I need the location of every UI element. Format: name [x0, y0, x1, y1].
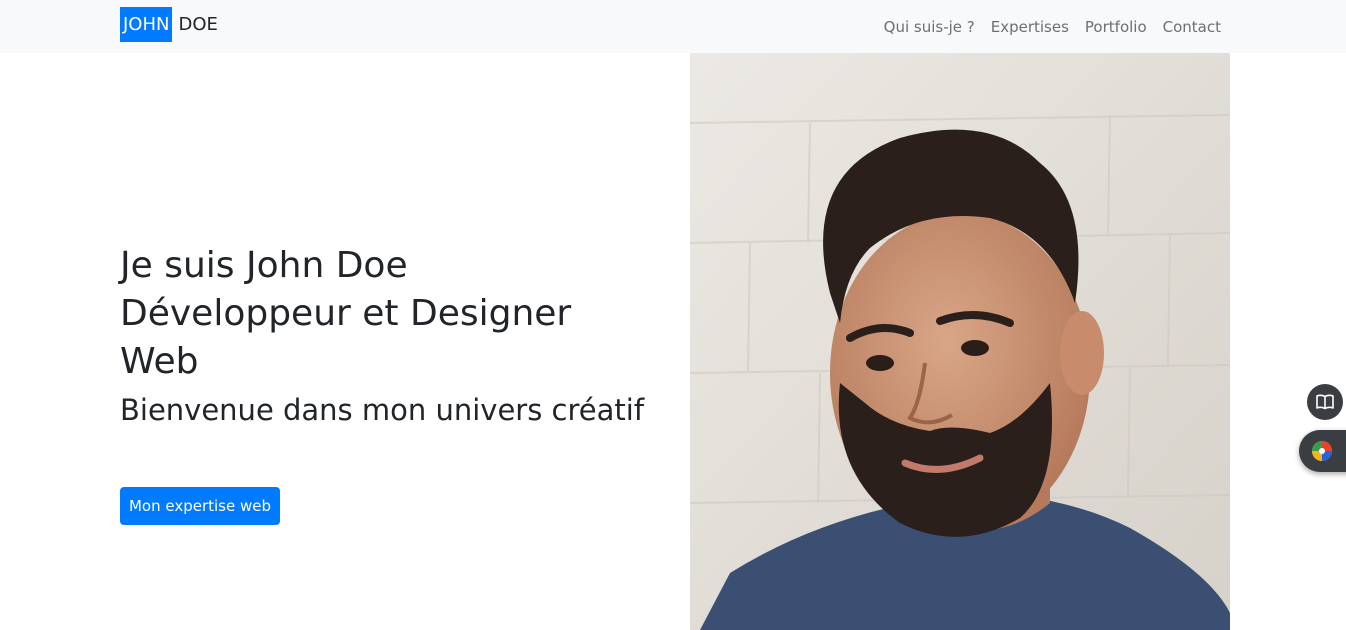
hero-title-line-3: Web: [120, 341, 199, 382]
nav-link-expertises[interactable]: Expertises: [991, 18, 1069, 36]
hero-section: Je suis John Doe Développeur et Designer…: [120, 242, 660, 430]
portrait-illustration: [690, 53, 1230, 630]
hero-subtitle: Bienvenue dans mon univers créatif: [120, 393, 645, 427]
reader-mode-button[interactable]: [1307, 384, 1343, 420]
nav-link-portfolio[interactable]: Portfolio: [1085, 18, 1147, 36]
brand-last-name: DOE: [178, 14, 218, 35]
expertise-button[interactable]: Mon expertise web: [120, 487, 280, 525]
nav-link-qui-suis-je[interactable]: Qui suis-je ?: [884, 18, 975, 36]
nav-links: Qui suis-je ? Expertises Portfolio Conta…: [884, 0, 1221, 53]
navbar: JOHN DOE Qui suis-je ? Expertises Portfo…: [0, 0, 1346, 53]
book-icon: [1316, 394, 1334, 410]
hero-title-line-1: Je suis John Doe: [120, 245, 408, 286]
hero-title-line-2: Développeur et Designer: [120, 293, 572, 334]
nav-link-contact[interactable]: Contact: [1163, 18, 1221, 36]
hero-title: Je suis John Doe Développeur et Designer…: [120, 242, 660, 386]
color-wheel-icon: [1312, 441, 1332, 461]
profile-photo: [690, 53, 1230, 630]
brand-first-name: JOHN: [120, 7, 173, 42]
brand-logo[interactable]: JOHN DOE: [120, 7, 218, 42]
extension-button[interactable]: [1299, 430, 1346, 472]
